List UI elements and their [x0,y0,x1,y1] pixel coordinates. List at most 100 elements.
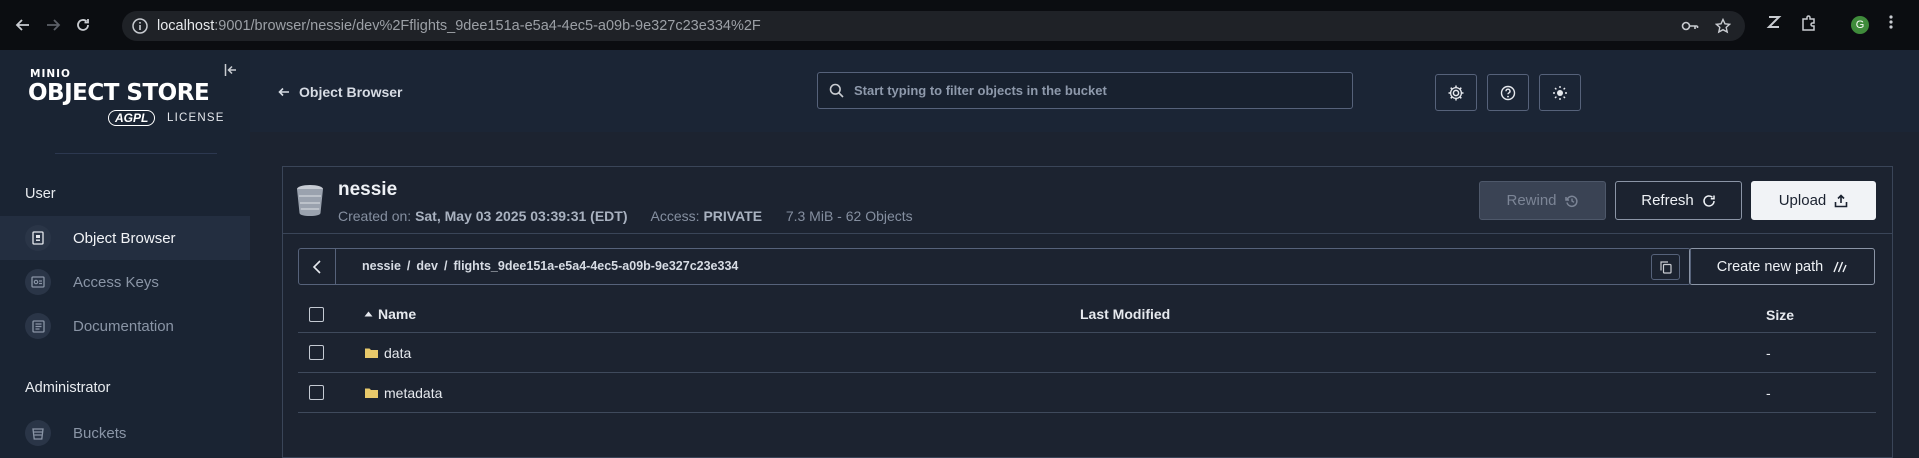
sidebar-section-administrator: Administrator [25,380,111,396]
column-size-header[interactable]: Size [1766,307,1794,323]
logo-agpl-badge: AGPL [108,110,156,126]
copy-path-button[interactable] [1651,254,1680,280]
arrow-left-icon [278,87,289,97]
history-icon [1564,195,1578,207]
refresh-button[interactable]: Refresh [1615,181,1742,220]
back-to-object-browser-link[interactable]: Object Browser [278,84,402,100]
star-icon[interactable] [1715,18,1731,34]
extension-z-icon[interactable] [1766,14,1782,35]
buckets-icon [25,420,51,446]
arrow-left-icon [15,19,29,31]
logo-minio: MINIO [30,68,71,80]
sidebar-item-label: Access Keys [73,273,159,291]
breadcrumb-item[interactable]: dev [416,259,438,273]
theme-toggle-button[interactable] [1539,74,1581,111]
sidebar-item-label: Documentation [73,317,174,335]
search-icon [829,83,844,98]
top-bar: Object Browser [250,50,1919,132]
column-name-label: Name [378,306,417,322]
key-icon[interactable] [1681,18,1699,34]
browser-menu-icon[interactable] [1889,14,1893,35]
bucket-header: nessie Created on: Sat, May 03 2025 03:3… [283,167,1892,234]
row-name-cell[interactable]: data [364,345,411,361]
settings-button[interactable] [1435,74,1477,111]
access-label: Access: [650,208,700,224]
access-keys-icon [25,269,51,295]
rewind-label: Rewind [1506,192,1557,209]
table-header: Name Last Modified Size [298,295,1876,333]
browser-forward-button[interactable] [38,10,68,40]
reload-icon [77,19,89,31]
search-input[interactable] [854,83,1334,98]
sidebar-section-user: User [25,186,56,202]
refresh-label: Refresh [1641,192,1694,209]
row-name: metadata [384,385,443,401]
url-path: :9001/browser/nessie/dev%2Fflights_9dee1… [214,18,761,34]
sort-ascending-icon [364,311,373,317]
folder-icon [365,348,378,358]
sidebar-item-access-keys[interactable]: Access Keys [0,260,250,304]
logo-license: LICENSE [167,112,225,124]
bucket-name: nessie [338,179,398,200]
sun-icon [1553,85,1567,100]
row-checkbox[interactable] [309,385,324,400]
breadcrumb-separator: / [443,259,448,273]
sidebar-item-label: Buckets [73,424,127,442]
bucket-stats: 7.3 MiB - 62 Objects [785,208,913,224]
column-last-modified-header[interactable]: Last Modified [1080,306,1170,322]
search-box[interactable] [817,72,1353,109]
copy-icon [1659,260,1672,274]
column-name-header[interactable]: Name [364,306,416,322]
row-name-cell[interactable]: metadata [364,385,442,401]
documentation-icon [25,313,51,339]
collapse-icon [224,64,236,76]
sidebar-item-label: Object Browser [73,229,176,247]
row-checkbox[interactable] [309,345,324,360]
url-host: localhost [157,18,215,34]
browser-reload-button[interactable] [68,10,98,40]
gear-icon [1448,85,1464,100]
sidebar-item-buckets[interactable]: Buckets [0,411,250,455]
bucket-icon [297,185,323,216]
back-link-label: Object Browser [299,84,403,100]
path-back-button[interactable] [299,249,336,284]
help-button[interactable] [1487,74,1529,111]
create-new-path-label: Create new path [1716,258,1824,275]
upload-button[interactable]: Upload [1751,181,1876,220]
select-all-checkbox[interactable] [309,307,324,322]
access-value: PRIVATE [703,208,763,224]
chevron-left-icon [312,259,321,274]
refresh-icon [1703,194,1715,207]
new-path-icon [1833,261,1847,272]
collapse-sidebar-button[interactable] [224,63,238,80]
sidebar-item-object-browser[interactable]: Object Browser [0,216,250,260]
breadcrumb-separator: / [406,259,411,273]
bucket-panel: nessie Created on: Sat, May 03 2025 03:3… [282,166,1893,458]
folder-icon [365,388,378,398]
profile-avatar[interactable]: G [1851,16,1869,34]
table-row[interactable]: metadata - [298,373,1876,413]
row-size: - [1766,345,1771,361]
sidebar-item-documentation[interactable]: Documentation [0,304,250,348]
logo-minio-text: MINIO [30,68,71,80]
address-bar[interactable]: localhost:9001/browser/nessie/dev%2Fflig… [122,11,1745,41]
create-new-path-button[interactable]: Create new path [1689,248,1875,285]
sidebar-divider [55,153,217,154]
site-info-icon[interactable] [131,17,149,35]
breadcrumb-item: flights_9dee151a-e5a4-4ec5-a09b-9e327c23… [453,259,739,273]
puzzle-icon[interactable] [1800,14,1818,37]
row-name: data [384,345,412,361]
breadcrumb-item[interactable]: nessie [362,259,401,273]
created-label: Created on: [338,208,412,224]
browser-back-button[interactable] [8,10,38,40]
created-value: Sat, May 03 2025 03:39:31 (EDT) [415,208,628,224]
upload-label: Upload [1778,192,1827,209]
breadcrumb: nessie / dev / flights_9dee151a-e5a4-4ec5-a0… [362,259,738,273]
logo-title: OBJECT STORE [28,80,210,106]
row-size: - [1766,385,1771,401]
path-bar: nessie / dev / flights_9dee151a-e5a4-4ec5-a0… [298,248,1691,285]
table-row[interactable]: data - [298,333,1876,373]
rewind-button[interactable]: Rewind [1479,181,1606,220]
sidebar: MINIO OBJECT STORE AGPL LICENSE User Obj… [0,50,250,458]
object-browser-icon [25,225,51,251]
